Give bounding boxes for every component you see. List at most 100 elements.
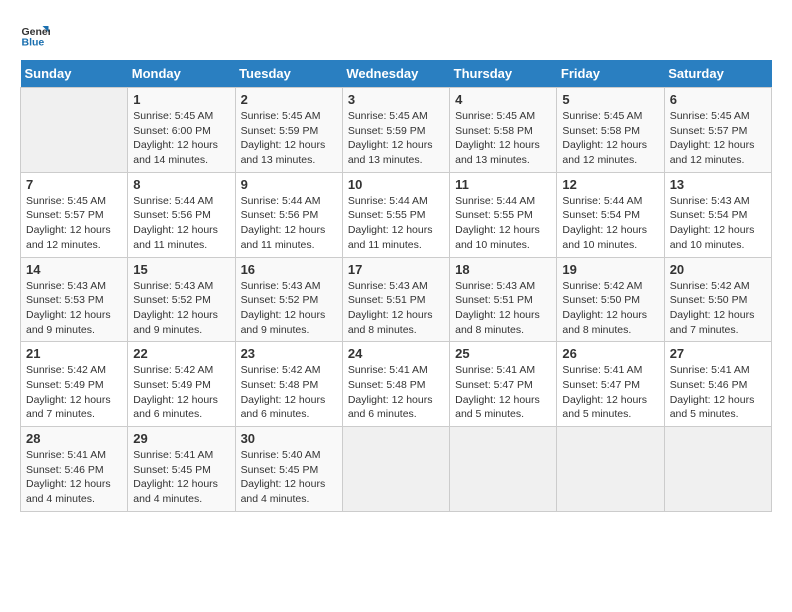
- day-number: 10: [348, 177, 444, 192]
- day-info: Sunrise: 5:45 AM Sunset: 6:00 PM Dayligh…: [133, 109, 229, 168]
- weekday-header-monday: Monday: [128, 60, 235, 88]
- day-number: 1: [133, 92, 229, 107]
- calendar-cell: [342, 427, 449, 512]
- day-info: Sunrise: 5:44 AM Sunset: 5:55 PM Dayligh…: [455, 194, 551, 253]
- page-header: General Blue: [20, 20, 772, 50]
- calendar-cell: 8 Sunrise: 5:44 AM Sunset: 5:56 PM Daylig…: [128, 172, 235, 257]
- weekday-header-sunday: Sunday: [21, 60, 128, 88]
- calendar-cell: 14 Sunrise: 5:43 AM Sunset: 5:53 PM Dayli…: [21, 257, 128, 342]
- day-info: Sunrise: 5:44 AM Sunset: 5:56 PM Dayligh…: [133, 194, 229, 253]
- day-number: 4: [455, 92, 551, 107]
- calendar-cell: 3 Sunrise: 5:45 AM Sunset: 5:59 PM Daylig…: [342, 88, 449, 173]
- calendar-cell: 1 Sunrise: 5:45 AM Sunset: 6:00 PM Daylig…: [128, 88, 235, 173]
- weekday-header-wednesday: Wednesday: [342, 60, 449, 88]
- calendar-cell: 4 Sunrise: 5:45 AM Sunset: 5:58 PM Daylig…: [450, 88, 557, 173]
- day-number: 23: [241, 346, 337, 361]
- svg-text:Blue: Blue: [22, 37, 45, 49]
- day-info: Sunrise: 5:42 AM Sunset: 5:50 PM Dayligh…: [670, 279, 766, 338]
- day-info: Sunrise: 5:41 AM Sunset: 5:46 PM Dayligh…: [26, 448, 122, 507]
- day-number: 18: [455, 262, 551, 277]
- calendar-cell: 24 Sunrise: 5:41 AM Sunset: 5:48 PM Dayli…: [342, 342, 449, 427]
- calendar-cell: 16Sunrise: 5:43 AM Sunset: 5:52 PM Dayli…: [235, 257, 342, 342]
- day-info: Sunrise: 5:45 AM Sunset: 5:57 PM Dayligh…: [670, 109, 766, 168]
- day-number: 19: [562, 262, 658, 277]
- weekday-header-thursday: Thursday: [450, 60, 557, 88]
- day-number: 15: [133, 262, 229, 277]
- day-info: Sunrise: 5:40 AM Sunset: 5:45 PM Dayligh…: [241, 448, 337, 507]
- day-info: Sunrise: 5:42 AM Sunset: 5:48 PM Dayligh…: [241, 363, 337, 422]
- day-info: Sunrise: 5:44 AM Sunset: 5:55 PM Dayligh…: [348, 194, 444, 253]
- day-info: Sunrise: 5:45 AM Sunset: 5:59 PM Dayligh…: [241, 109, 337, 168]
- day-info: Sunrise: 5:41 AM Sunset: 5:47 PM Dayligh…: [455, 363, 551, 422]
- day-info: Sunrise: 5:41 AM Sunset: 5:46 PM Dayligh…: [670, 363, 766, 422]
- calendar-week-row: 7Sunrise: 5:45 AM Sunset: 5:57 PM Daylig…: [21, 172, 772, 257]
- day-info: Sunrise: 5:43 AM Sunset: 5:52 PM Dayligh…: [133, 279, 229, 338]
- day-number: 27: [670, 346, 766, 361]
- day-info: Sunrise: 5:41 AM Sunset: 5:48 PM Dayligh…: [348, 363, 444, 422]
- day-info: Sunrise: 5:42 AM Sunset: 5:49 PM Dayligh…: [133, 363, 229, 422]
- calendar-cell: 21 Sunrise: 5:42 AM Sunset: 5:49 PM Dayli…: [21, 342, 128, 427]
- calendar-cell: 22 Sunrise: 5:42 AM Sunset: 5:49 PM Dayli…: [128, 342, 235, 427]
- calendar-cell: 15 Sunrise: 5:43 AM Sunset: 5:52 PM Dayli…: [128, 257, 235, 342]
- day-number: 12: [562, 177, 658, 192]
- day-number: 9: [241, 177, 337, 192]
- day-number: 26: [562, 346, 658, 361]
- calendar-cell: 20 Sunrise: 5:42 AM Sunset: 5:50 PM Dayli…: [664, 257, 771, 342]
- day-number: 16: [241, 262, 337, 277]
- day-number: 14: [26, 262, 122, 277]
- day-number: 17: [348, 262, 444, 277]
- calendar-cell: 13 Sunrise: 5:43 AM Sunset: 5:54 PM Dayli…: [664, 172, 771, 257]
- day-number: 5: [562, 92, 658, 107]
- calendar-cell: 19 Sunrise: 5:42 AM Sunset: 5:50 PM Dayli…: [557, 257, 664, 342]
- day-number: 21: [26, 346, 122, 361]
- calendar-cell: 26Sunrise: 5:41 AM Sunset: 5:47 PM Dayli…: [557, 342, 664, 427]
- calendar-week-row: 14 Sunrise: 5:43 AM Sunset: 5:53 PM Dayli…: [21, 257, 772, 342]
- day-info: Sunrise: 5:45 AM Sunset: 5:58 PM Dayligh…: [562, 109, 658, 168]
- calendar-cell: 12 Sunrise: 5:44 AM Sunset: 5:54 PM Dayli…: [557, 172, 664, 257]
- day-number: 30: [241, 431, 337, 446]
- day-info: Sunrise: 5:42 AM Sunset: 5:50 PM Dayligh…: [562, 279, 658, 338]
- day-number: 6: [670, 92, 766, 107]
- day-number: 3: [348, 92, 444, 107]
- calendar-cell: 27 Sunrise: 5:41 AM Sunset: 5:46 PM Dayli…: [664, 342, 771, 427]
- calendar-cell: 30 Sunrise: 5:40 AM Sunset: 5:45 PM Dayli…: [235, 427, 342, 512]
- day-number: 22: [133, 346, 229, 361]
- calendar-week-row: 21 Sunrise: 5:42 AM Sunset: 5:49 PM Dayli…: [21, 342, 772, 427]
- day-number: 24: [348, 346, 444, 361]
- calendar-cell: 11 Sunrise: 5:44 AM Sunset: 5:55 PM Dayli…: [450, 172, 557, 257]
- calendar-cell: [450, 427, 557, 512]
- day-number: 13: [670, 177, 766, 192]
- logo-icon: General Blue: [20, 20, 50, 50]
- day-info: Sunrise: 5:44 AM Sunset: 5:56 PM Dayligh…: [241, 194, 337, 253]
- calendar-cell: 18Sunrise: 5:43 AM Sunset: 5:51 PM Dayli…: [450, 257, 557, 342]
- day-info: Sunrise: 5:41 AM Sunset: 5:45 PM Dayligh…: [133, 448, 229, 507]
- logo: General Blue: [20, 20, 54, 50]
- calendar-cell: [21, 88, 128, 173]
- calendar-cell: 23 Sunrise: 5:42 AM Sunset: 5:48 PM Dayli…: [235, 342, 342, 427]
- day-info: Sunrise: 5:45 AM Sunset: 5:58 PM Dayligh…: [455, 109, 551, 168]
- calendar-cell: 10 Sunrise: 5:44 AM Sunset: 5:55 PM Dayli…: [342, 172, 449, 257]
- weekday-header-saturday: Saturday: [664, 60, 771, 88]
- day-info: Sunrise: 5:42 AM Sunset: 5:49 PM Dayligh…: [26, 363, 122, 422]
- calendar-week-row: 1 Sunrise: 5:45 AM Sunset: 6:00 PM Daylig…: [21, 88, 772, 173]
- day-info: Sunrise: 5:43 AM Sunset: 5:54 PM Dayligh…: [670, 194, 766, 253]
- calendar-cell: 7Sunrise: 5:45 AM Sunset: 5:57 PM Daylig…: [21, 172, 128, 257]
- day-info: Sunrise: 5:45 AM Sunset: 5:57 PM Dayligh…: [26, 194, 122, 253]
- day-info: Sunrise: 5:43 AM Sunset: 5:53 PM Dayligh…: [26, 279, 122, 338]
- calendar-week-row: 28Sunrise: 5:41 AM Sunset: 5:46 PM Dayli…: [21, 427, 772, 512]
- day-number: 2: [241, 92, 337, 107]
- day-number: 11: [455, 177, 551, 192]
- calendar-cell: 29 Sunrise: 5:41 AM Sunset: 5:45 PM Dayli…: [128, 427, 235, 512]
- calendar-cell: [664, 427, 771, 512]
- day-number: 8: [133, 177, 229, 192]
- weekday-header-friday: Friday: [557, 60, 664, 88]
- weekday-header-tuesday: Tuesday: [235, 60, 342, 88]
- day-info: Sunrise: 5:45 AM Sunset: 5:59 PM Dayligh…: [348, 109, 444, 168]
- day-number: 20: [670, 262, 766, 277]
- calendar-cell: 2 Sunrise: 5:45 AM Sunset: 5:59 PM Daylig…: [235, 88, 342, 173]
- day-number: 29: [133, 431, 229, 446]
- calendar-cell: 17Sunrise: 5:43 AM Sunset: 5:51 PM Dayli…: [342, 257, 449, 342]
- calendar-cell: [557, 427, 664, 512]
- day-info: Sunrise: 5:44 AM Sunset: 5:54 PM Dayligh…: [562, 194, 658, 253]
- calendar-cell: 25Sunrise: 5:41 AM Sunset: 5:47 PM Dayli…: [450, 342, 557, 427]
